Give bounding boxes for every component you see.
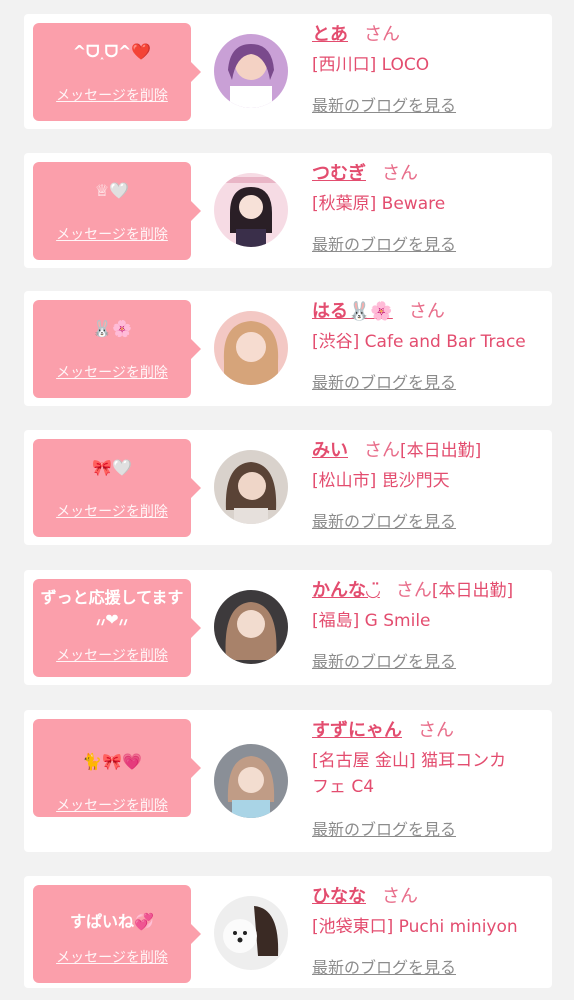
latest-blog-link[interactable]: 最新のブログを見る <box>312 820 456 840</box>
user-name-link[interactable]: ひなな <box>312 886 366 907</box>
user-name-link[interactable]: つむぎ <box>312 163 366 184</box>
avatar[interactable] <box>214 311 288 385</box>
honorific: さん <box>382 886 418 907</box>
message-text: すぱいね💞 <box>70 912 154 931</box>
delete-message-link[interactable]: メッセージを削除 <box>33 949 191 967</box>
user-name-link[interactable]: とあ <box>312 24 348 45</box>
message-text: 🐰🌸 <box>92 319 132 338</box>
shop-name: [名古屋 金山] 猫耳コンカ <box>312 751 507 771</box>
message-text: 🐈🎀💗 <box>82 752 142 771</box>
user-info: みい さん[本日出勤] [松山市] 毘沙門天 <box>312 438 548 494</box>
user-info: かんな◡̈ さん[本日出勤] [福島] G Smile <box>312 578 548 634</box>
user-info: すずにゃん さん [名古屋 金山] 猫耳コンカ フェ C4 <box>312 718 548 800</box>
status-badge: [本日出勤] <box>400 441 482 461</box>
delete-message-link[interactable]: メッセージを削除 <box>33 503 191 521</box>
message-card: ずっと応援してます ៸៸❤︎៸៸ メッセージを削除 かんな◡̈ さん[本日出勤] … <box>24 570 552 685</box>
message-bubble: 🐈🎀💗 メッセージを削除 <box>33 719 201 817</box>
message-card: すぱいね💞 メッセージを削除 ひなな さん [池袋東口] Puchi miniyo… <box>24 876 552 988</box>
shop-name: [秋葉原] Beware <box>312 194 446 214</box>
honorific: さん <box>382 163 418 184</box>
message-bubble: 🐰🌸 メッセージを削除 <box>33 300 201 398</box>
shop-name-continued: フェ C4 <box>312 777 375 797</box>
user-name-link[interactable]: はる🐰🌸 <box>312 301 393 322</box>
avatar[interactable] <box>214 590 288 664</box>
delete-message-link[interactable]: メッセージを削除 <box>33 226 191 244</box>
message-bubble: ♕🤍 メッセージを削除 <box>33 162 201 260</box>
message-card: ^ᗜ˰ᗜ^❤️ メッセージを削除 とあ さん [西川口] LOCO 最新のブログを… <box>24 14 552 129</box>
message-text: 🎀🤍 <box>92 458 132 477</box>
user-name-link[interactable]: かんな◡̈ <box>312 580 380 601</box>
latest-blog-link[interactable]: 最新のブログを見る <box>312 652 456 672</box>
shop-name: [西川口] LOCO <box>312 55 430 75</box>
shop-name: [福島] G Smile <box>312 611 431 631</box>
message-list: ^ᗜ˰ᗜ^❤️ メッセージを削除 とあ さん [西川口] LOCO 最新のブログを… <box>0 0 574 1000</box>
latest-blog-link[interactable]: 最新のブログを見る <box>312 96 456 116</box>
message-text: ずっと応援してます ៸៸❤︎៸៸ <box>40 588 184 629</box>
message-bubble: すぱいね💞 メッセージを削除 <box>33 885 201 983</box>
message-text: ^ᗜ˰ᗜ^❤️ <box>72 42 152 61</box>
delete-message-link[interactable]: メッセージを削除 <box>33 87 191 105</box>
user-info: ひなな さん [池袋東口] Puchi miniyon <box>312 884 548 940</box>
honorific: さん <box>364 24 400 45</box>
message-card: 🐈🎀💗 メッセージを削除 すずにゃん さん [名古屋 金山] 猫耳コンカ フェ C… <box>24 710 552 852</box>
message-bubble: ^ᗜ˰ᗜ^❤️ メッセージを削除 <box>33 23 201 121</box>
message-bubble: ずっと応援してます ៸៸❤︎៸៸ メッセージを削除 <box>33 579 201 677</box>
avatar[interactable] <box>214 744 288 818</box>
delete-message-link[interactable]: メッセージを削除 <box>33 647 191 665</box>
message-card: ♕🤍 メッセージを削除 つむぎ さん [秋葉原] Beware 最新のブログを見る <box>24 153 552 268</box>
shop-name: [池袋東口] Puchi miniyon <box>312 917 518 937</box>
message-card: 🎀🤍 メッセージを削除 みい さん[本日出勤] [松山市] 毘沙門天 最新のブログ… <box>24 430 552 545</box>
latest-blog-link[interactable]: 最新のブログを見る <box>312 512 456 532</box>
user-name-link[interactable]: みい <box>312 440 348 461</box>
honorific: さん <box>408 301 445 322</box>
message-bubble: 🎀🤍 メッセージを削除 <box>33 439 201 537</box>
avatar[interactable] <box>214 450 288 524</box>
latest-blog-link[interactable]: 最新のブログを見る <box>312 235 456 255</box>
avatar[interactable] <box>214 896 288 970</box>
avatar[interactable] <box>214 173 288 247</box>
user-name-link[interactable]: すずにゃん <box>312 720 402 741</box>
message-text: ♕🤍 <box>94 181 130 200</box>
user-info: はる🐰🌸 さん [渋谷] Cafe and Bar Trace <box>312 299 548 355</box>
latest-blog-link[interactable]: 最新のブログを見る <box>312 373 456 393</box>
avatar[interactable] <box>214 34 288 108</box>
delete-message-link[interactable]: メッセージを削除 <box>33 797 191 815</box>
honorific: さん <box>395 580 432 601</box>
latest-blog-link[interactable]: 最新のブログを見る <box>312 958 456 978</box>
shop-name: [松山市] 毘沙門天 <box>312 471 450 491</box>
message-card: 🐰🌸 メッセージを削除 はる🐰🌸 さん [渋谷] Cafe and Bar Tra… <box>24 291 552 406</box>
user-info: つむぎ さん [秋葉原] Beware <box>312 161 548 217</box>
user-info: とあ さん [西川口] LOCO <box>312 22 548 78</box>
delete-message-link[interactable]: メッセージを削除 <box>33 364 191 382</box>
honorific: さん <box>418 720 454 741</box>
honorific: さん <box>364 440 400 461</box>
status-badge: [本日出勤] <box>431 581 514 601</box>
shop-name: [渋谷] Cafe and Bar Trace <box>312 332 526 352</box>
